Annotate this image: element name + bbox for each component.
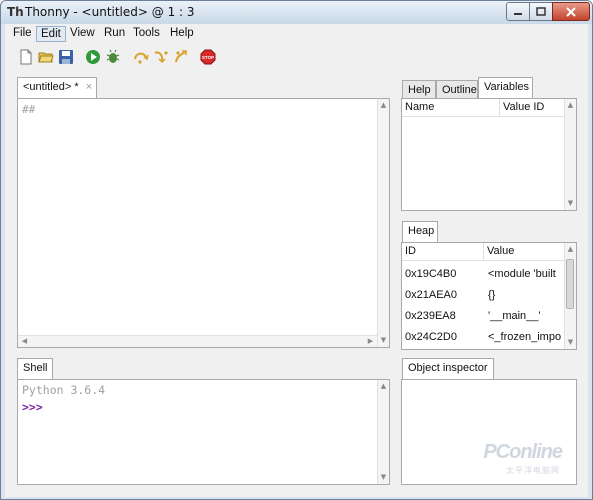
shell-console[interactable]: Python 3.6.4 >>> ▲ ▼ (17, 379, 390, 485)
scroll-up-arrow-icon[interactable]: ▲ (378, 381, 389, 392)
shell-tab-label: Shell (23, 362, 48, 374)
thonny-window: Th Thonny - <untitled> @ 1 : 3 File Edit… (0, 0, 593, 500)
title-bar[interactable]: Th Thonny - <untitled> @ 1 : 3 (1, 1, 592, 24)
watermark-subtitle: 太平洋电脑网 (506, 466, 560, 475)
scroll-up-arrow-icon[interactable]: ▲ (565, 244, 576, 255)
shell-vertical-scrollbar[interactable]: ▲ ▼ (377, 380, 389, 484)
tab-object-inspector[interactable]: Object inspector (402, 358, 494, 380)
menu-tools[interactable]: Tools (129, 26, 164, 42)
scroll-down-arrow-icon[interactable]: ▼ (378, 335, 389, 346)
scroll-up-arrow-icon[interactable]: ▲ (565, 100, 576, 111)
menu-view[interactable]: View (66, 26, 99, 42)
window-title: Thonny - <untitled> @ 1 : 3 (25, 5, 195, 19)
watermark-logo: PConline (483, 441, 563, 463)
scroll-left-arrow-icon[interactable]: ◀ (19, 336, 30, 347)
new-file-button[interactable] (18, 49, 34, 65)
heap-row[interactable]: 0x239EA8 '__main__' (402, 306, 562, 327)
heap-id: 0x239EA8 (405, 310, 456, 322)
step-over-icon (134, 52, 149, 64)
step-into-button[interactable] (153, 49, 169, 65)
maximize-icon (536, 7, 546, 16)
heap-vertical-scrollbar[interactable]: ▲ ▼ (564, 243, 576, 349)
tab-outline[interactable]: Outline (436, 80, 478, 99)
column-header-name[interactable]: Name (402, 99, 500, 117)
column-header-id[interactable]: ID (402, 243, 484, 261)
variables-vertical-scrollbar[interactable]: ▲ ▼ (564, 99, 576, 210)
step-out-icon (175, 50, 187, 63)
tab-untitled[interactable]: <untitled> * × (17, 77, 97, 99)
menu-bar: File Edit View Run Tools Help (5, 24, 588, 43)
menu-file[interactable]: File (9, 26, 36, 42)
open-folder-icon (38, 52, 54, 63)
tab-help[interactable]: Help (402, 80, 436, 99)
stop-icon: STOP (200, 49, 216, 65)
editor-vertical-scrollbar[interactable]: ▲ ▼ (377, 99, 389, 347)
tab-variables[interactable]: Variables (478, 77, 533, 99)
minimize-button[interactable] (506, 2, 530, 21)
variables-panel[interactable]: Name Value ID ▲ ▼ (401, 98, 577, 211)
object-inspector-panel[interactable]: PConline 太平洋电脑网 (401, 379, 577, 485)
scroll-down-arrow-icon[interactable]: ▼ (565, 337, 576, 348)
shell-banner: Python 3.6.4 (22, 383, 106, 397)
main-area: <untitled> * × ## ▲ ▼ ◀ ▶ Shell Python 3… (5, 73, 588, 497)
help-tab-label: Help (408, 84, 431, 96)
open-file-button[interactable] (38, 49, 54, 65)
heap-row[interactable]: 0x21AEA0 {} (402, 285, 562, 306)
menu-edit[interactable]: Edit (36, 26, 66, 42)
save-button[interactable] (58, 49, 74, 65)
svg-text:STOP: STOP (202, 55, 214, 60)
heap-value: <module 'built (488, 268, 556, 280)
tab-close-icon[interactable]: × (86, 81, 92, 93)
heap-value: {} (488, 289, 496, 301)
thonny-app-icon: Th (7, 5, 24, 19)
heap-row[interactable]: 0x19C4B0 <module 'built (402, 264, 562, 285)
menu-run[interactable]: Run (100, 26, 129, 42)
object-inspector-tab-label: Object inspector (408, 362, 488, 374)
step-into-icon (154, 51, 168, 64)
heap-id: 0x19C4B0 (405, 268, 457, 280)
heap-id: 0x24C2D0 (405, 331, 457, 343)
scroll-down-arrow-icon[interactable]: ▼ (565, 198, 576, 209)
run-icon (86, 50, 100, 64)
editor-tab-label: <untitled> * (23, 81, 79, 93)
menu-help[interactable]: Help (166, 26, 198, 42)
tab-shell[interactable]: Shell (17, 358, 53, 380)
minimize-icon (514, 13, 522, 15)
step-out-button[interactable] (173, 49, 189, 65)
variables-tab-label: Variables (484, 81, 530, 93)
heap-row[interactable]: 0x24C2D0 <_frozen_impo (402, 327, 562, 348)
shell-prompt: >>> (22, 400, 43, 414)
toolbar: STOP (5, 43, 588, 73)
debug-icon (106, 49, 120, 63)
heap-panel[interactable]: ID Value 0x19C4B0 <module 'built 0x21AEA… (401, 242, 577, 350)
editor-horizontal-scrollbar[interactable]: ◀ ▶ (18, 335, 377, 347)
new-file-icon (20, 49, 32, 65)
scroll-down-arrow-icon[interactable]: ▼ (378, 472, 389, 483)
run-button[interactable] (85, 49, 101, 65)
column-header-value-id[interactable]: Value ID (500, 99, 565, 117)
tab-heap[interactable]: Heap (402, 221, 438, 243)
save-icon (59, 50, 73, 64)
heap-id: 0x21AEA0 (405, 289, 457, 301)
debug-button[interactable] (105, 49, 121, 65)
heap-value: '__main__' (488, 310, 541, 322)
scroll-right-arrow-icon[interactable]: ▶ (365, 336, 376, 347)
heap-tab-label: Heap (408, 225, 435, 237)
scroll-up-arrow-icon[interactable]: ▲ (378, 100, 389, 111)
step-over-button[interactable] (133, 49, 149, 65)
maximize-button[interactable] (529, 2, 553, 21)
editor-content: ## (22, 103, 36, 116)
close-icon (566, 7, 576, 17)
code-editor[interactable]: ## ▲ ▼ ◀ ▶ (17, 98, 390, 348)
close-button[interactable] (552, 2, 590, 21)
outline-tab-label: Outline (442, 84, 477, 96)
column-header-value[interactable]: Value (484, 243, 565, 261)
heap-value: <_frozen_impo (488, 331, 562, 343)
scrollbar-thumb[interactable] (566, 259, 574, 309)
stop-button[interactable]: STOP (200, 49, 216, 65)
